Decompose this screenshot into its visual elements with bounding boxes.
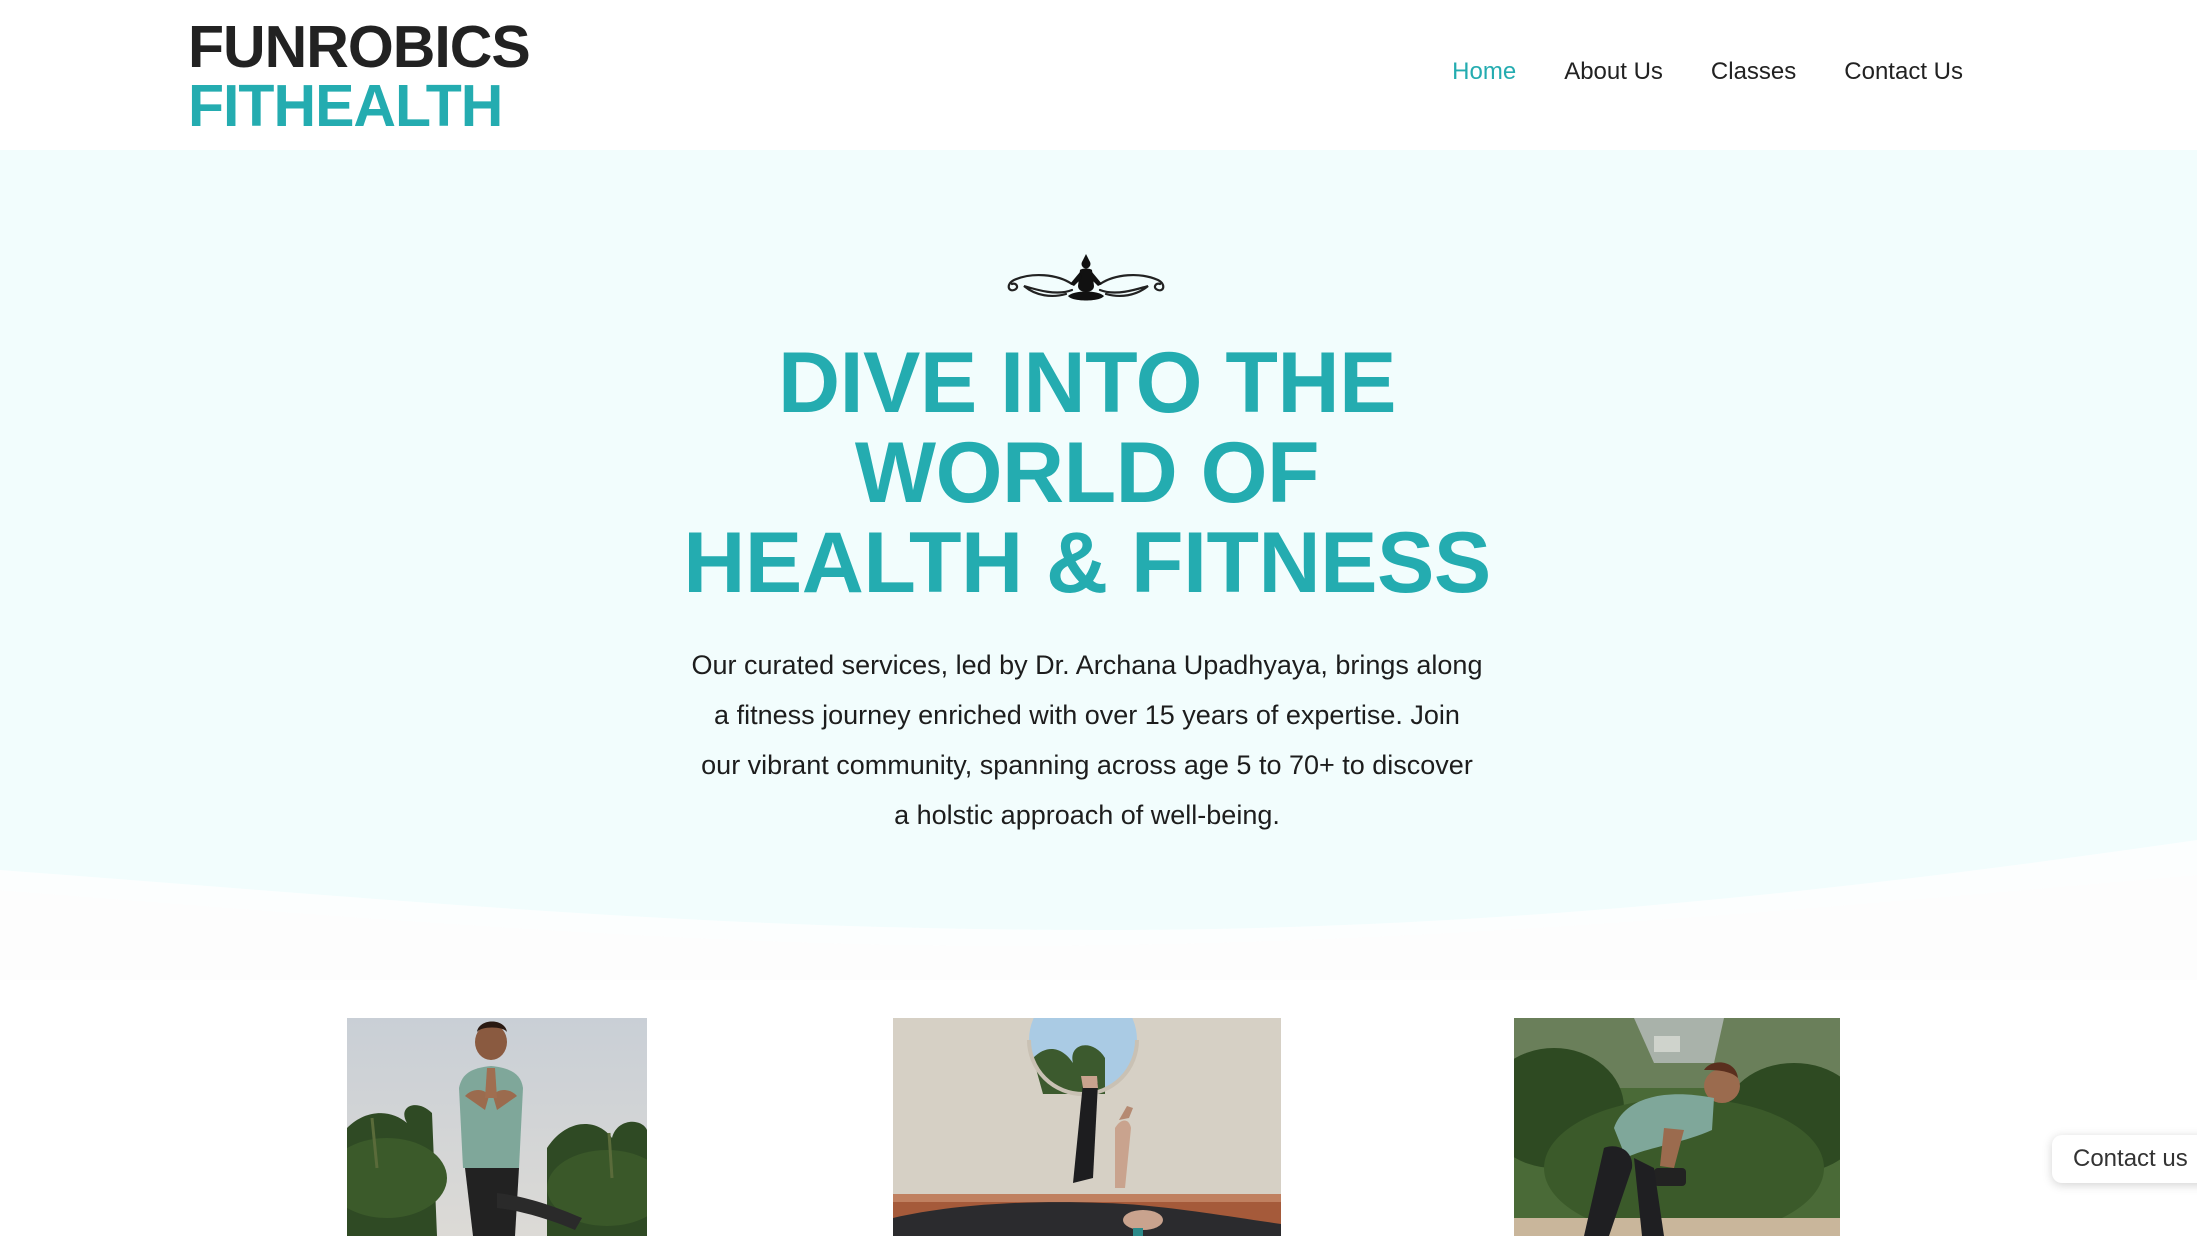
floating-contact-us-button[interactable]: Contact us [2052,1135,2197,1183]
hero-intro-text: Our curated services, led by Dr. Archana… [680,640,1494,840]
intro-line: our vibrant community, spanning across a… [701,750,1473,780]
main-nav: Home About Us Classes Contact Us [1452,58,1963,86]
nav-about-us[interactable]: About Us [1564,58,1663,86]
intro-line: Our curated services, led by Dr. Archana… [691,650,1483,680]
logo-line-2: FITHEALTH [188,73,503,139]
hero-headline-line: DIVE INTO THE [778,335,1396,431]
hero-headline: DIVE INTO THE WORLD OF HEALTH & FITNESS [600,338,1574,608]
intro-line: a holstic approach of well-being. [894,800,1280,830]
class-photo-leg-raise[interactable] [893,1018,1281,1236]
nav-home[interactable]: Home [1452,58,1516,86]
class-photo-tree-pose[interactable] [347,1018,647,1236]
logo-line-1: FUNROBICS [188,14,531,80]
class-photo-dumbbell-row[interactable] [1514,1018,1840,1236]
site-header: FUNROBICS FITHEALTH Home About Us Classe… [0,0,2197,150]
nav-contact-us[interactable]: Contact Us [1844,58,1963,86]
nav-classes[interactable]: Classes [1711,58,1796,86]
hero-headline-line: HEALTH & FITNESS [683,515,1491,611]
site-logo[interactable]: FUNROBICS FITHEALTH [188,14,531,139]
yoga-pose-ornament-icon [1007,254,1165,301]
intro-line: a fitness journey enriched with over 15 … [714,700,1460,730]
hero-headline-line: WORLD OF [854,425,1320,521]
